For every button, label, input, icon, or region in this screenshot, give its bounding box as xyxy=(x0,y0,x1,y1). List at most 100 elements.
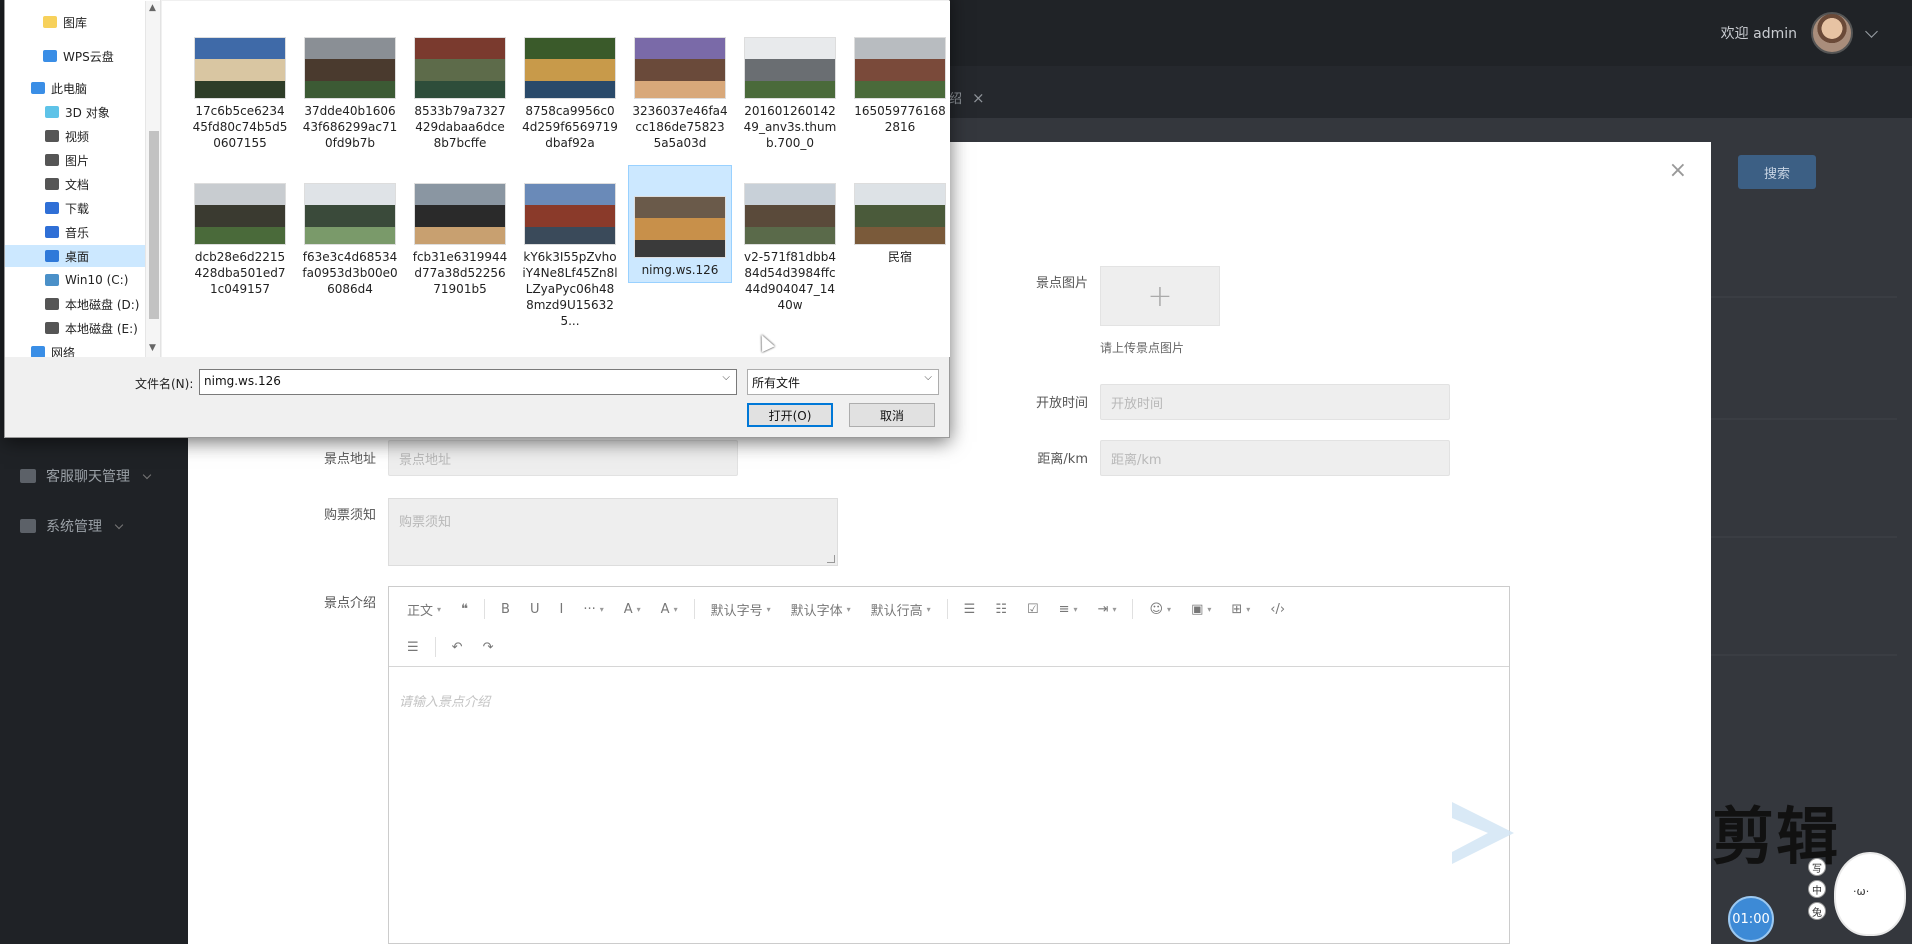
file-item[interactable]: 8533b79a7327429dabaa6dce8b7bcffe xyxy=(408,37,512,151)
search-button[interactable]: 搜索 xyxy=(1738,155,1816,189)
nav-item[interactable]: 本地磁盘 (E:) xyxy=(45,317,160,339)
ticket-label: 购票须知 xyxy=(323,508,376,523)
file-item[interactable]: 1650597761682816 xyxy=(848,37,952,135)
toolbar-button[interactable]: U xyxy=(520,591,550,627)
file-item[interactable]: nimg.ws.126 xyxy=(628,165,732,283)
file-item[interactable]: 3236037e46fa4cc186de758235a5a03d xyxy=(628,37,732,151)
nav-item-label: 网络 xyxy=(51,345,76,358)
address-input[interactable]: 景点地址 xyxy=(388,440,738,476)
file-type-select[interactable]: 所有文件 ⌵ xyxy=(747,369,939,395)
rich-text-editor[interactable]: 正文 ▾ ❝ B U I ··· ▾ A ▾ A ▾ 默认字号 ▾ 默认字体 ▾ 默认行高 ▾ ☰ ☷ ☑ ≡ ▾ ⇥ ▾ ☺ ▾ ▣… xyxy=(388,586,1510,944)
sidebar-item-system[interactable]: 系统管理 xyxy=(20,516,124,536)
toolbar-divider xyxy=(1132,599,1134,619)
nav-item[interactable]: Win10 (C:) xyxy=(45,269,160,291)
scroll-down-icon[interactable]: ▼ xyxy=(149,343,156,353)
toolbar-button[interactable]: ‹/› xyxy=(1260,591,1295,627)
open-time-input[interactable]: 开放时间 xyxy=(1100,384,1450,420)
toolbar-button[interactable]: ≡ ▾ xyxy=(1049,591,1088,627)
image-thumbnail xyxy=(744,183,836,245)
navigation-pane[interactable]: 网络 本地磁盘 (E:) 本地磁盘 (D:) Win10 (C:) 桌面 音乐 下载 文档 图片… xyxy=(5,0,161,357)
nav-item[interactable]: 音乐 xyxy=(45,221,160,243)
toolbar-button[interactable]: ⇥ ▾ xyxy=(1088,591,1127,627)
chevron-down-icon xyxy=(1865,24,1878,38)
watermark-logo-icon xyxy=(1452,802,1514,864)
file-item[interactable]: 17c6b5ce623445fd80c74b5d50607155 xyxy=(188,37,292,151)
nav-item[interactable]: 图片 xyxy=(45,149,160,171)
toolbar-button[interactable]: ☰ xyxy=(954,591,986,627)
toolbar-button[interactable]: B xyxy=(491,591,520,627)
nav-item[interactable]: 桌面 xyxy=(5,245,147,267)
toolbar-button[interactable]: ↷ xyxy=(473,629,504,665)
distance-input[interactable]: 距离/km xyxy=(1100,440,1450,476)
editor-placeholder: 请输入景点介绍 xyxy=(399,695,491,710)
file-item[interactable]: dcb28e6d2215428dba501ed71c049157 xyxy=(188,183,292,297)
filename-input[interactable]: nimg.ws.126 ⌵ xyxy=(199,369,737,395)
toolbar-button[interactable]: ⊞ ▾ xyxy=(1221,591,1260,627)
nav-item-label: WPS云盘 xyxy=(63,49,114,64)
drive-icon xyxy=(45,322,59,334)
toolbar-button[interactable]: ☷ xyxy=(985,591,1017,627)
open-button[interactable]: 打开(O) xyxy=(747,403,833,427)
nav-item[interactable]: 网络 xyxy=(31,341,160,358)
resize-handle[interactable] xyxy=(827,555,835,563)
mascot-icon[interactable] xyxy=(1834,852,1906,936)
close-icon[interactable]: × xyxy=(972,89,985,107)
file-name: 20160126014249_anv3s.thumb.700_0 xyxy=(743,104,837,150)
toolbar-button[interactable]: ··· ▾ xyxy=(573,591,613,627)
toolbar-button[interactable]: ☺ ▾ xyxy=(1139,591,1181,627)
scroll-thumb[interactable] xyxy=(149,131,159,319)
toolbar-button[interactable]: ↶ xyxy=(442,629,473,665)
toolbar-button[interactable]: A ▾ xyxy=(651,591,688,627)
toolbar-button[interactable]: 默认行高 ▾ xyxy=(861,591,941,627)
file-item[interactable]: 37dde40b160643f686299ac710fd9b7b xyxy=(298,37,402,151)
toolbar-button[interactable]: I xyxy=(549,591,573,627)
scroll-up-icon[interactable]: ▲ xyxy=(149,3,156,13)
sidebar-item-chat[interactable]: 客服聊天管理 xyxy=(20,466,152,486)
toolbar-button[interactable]: 默认字号 ▾ xyxy=(701,591,781,627)
file-item[interactable]: 民宿 xyxy=(848,183,952,265)
close-icon[interactable]: × xyxy=(1669,160,1687,182)
chevron-down-icon[interactable]: ⌵ xyxy=(722,372,730,383)
editor-toolbar: 正文 ▾ ❝ B U I ··· ▾ A ▾ A ▾ 默认字号 ▾ 默认字体 ▾ 默认行高 ▾ ☰ ☷ ☑ ≡ ▾ ⇥ ▾ ☺ ▾ ▣… xyxy=(389,587,1509,667)
nav-item[interactable]: 图库 xyxy=(43,11,160,33)
file-item[interactable]: f63e3c4d68534fa0953d3b00e06086d4 xyxy=(298,183,402,297)
tool-write-icon[interactable]: 写 xyxy=(1808,858,1826,876)
toolbar-button-label: ❝ xyxy=(461,601,469,617)
welcome-text: 欢迎 admin xyxy=(1720,26,1797,42)
file-item[interactable]: 20160126014249_anv3s.thumb.700_0 xyxy=(738,37,842,151)
timer-badge[interactable]: 01:00 xyxy=(1728,896,1774,942)
nav-item[interactable]: 本地磁盘 (D:) xyxy=(45,293,160,315)
toolbar-button[interactable]: 默认字体 ▾ xyxy=(781,591,861,627)
toolbar-button[interactable]: 正文 ▾ xyxy=(397,591,451,627)
mascot-face: ·ω· xyxy=(1853,885,1870,898)
file-item[interactable]: 8758ca9956c04d259f6569719dbaf92a xyxy=(518,37,622,151)
cancel-button[interactable]: 取消 xyxy=(849,403,935,427)
nav-item[interactable]: 3D 对象 xyxy=(45,101,160,123)
toolbar-button[interactable]: A ▾ xyxy=(614,591,651,627)
image-thumbnail xyxy=(744,37,836,99)
nav-item[interactable]: 此电脑 xyxy=(31,77,160,99)
toolbar-button[interactable]: ☑ xyxy=(1017,591,1049,627)
file-item[interactable]: fcb31e6319944d77a38d5225671901b5 xyxy=(408,183,512,297)
toolbar-button[interactable]: ☰ xyxy=(397,629,429,665)
user-menu[interactable]: 欢迎 admin xyxy=(1720,12,1878,54)
file-item[interactable]: v2-571f81dbb484d54d3984ffc44d904047_1440… xyxy=(738,183,842,313)
cloud-icon xyxy=(43,50,57,62)
image-thumbnail xyxy=(524,183,616,245)
toolbar-button[interactable]: ❝ xyxy=(451,591,478,627)
drive-icon xyxy=(45,298,59,310)
nav-item[interactable]: WPS云盘 xyxy=(43,45,160,67)
toolbar-button[interactable]: ▣ ▾ xyxy=(1181,591,1221,627)
file-item[interactable]: kY6k3I55pZvhoiY4Ne8Lf45Zn8lLZyaPyc06h488… xyxy=(518,183,622,329)
nav-item[interactable]: 下载 xyxy=(45,197,160,219)
tool-lang-icon[interactable]: 中 xyxy=(1808,880,1826,898)
nav-scrollbar[interactable]: ▲ ▼ xyxy=(145,1,160,357)
ticket-textarea[interactable]: 购票须知 xyxy=(388,498,838,566)
nav-item-label: 图库 xyxy=(63,15,88,30)
nav-item[interactable]: 视频 xyxy=(45,125,160,147)
image-upload[interactable]: + xyxy=(1100,266,1220,326)
nav-item[interactable]: 文档 xyxy=(45,173,160,195)
avatar[interactable] xyxy=(1811,12,1853,54)
tool-mascot-icon[interactable]: 兔 xyxy=(1808,902,1826,920)
file-name: fcb31e6319944d77a38d5225671901b5 xyxy=(412,250,508,296)
